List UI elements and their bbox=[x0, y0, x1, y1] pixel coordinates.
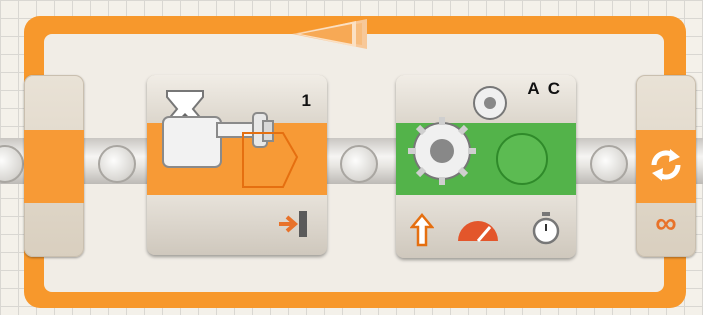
beam-plug[interactable] bbox=[590, 145, 628, 183]
move-block[interactable]: A C bbox=[396, 75, 576, 258]
loop-start-post[interactable] bbox=[24, 75, 84, 257]
loop-repeat-icon bbox=[646, 145, 686, 185]
touch-action-icon bbox=[277, 209, 311, 239]
gears-move-icon bbox=[402, 81, 512, 189]
loop-end-post[interactable]: ∞ bbox=[636, 75, 696, 257]
wait-touch-block[interactable]: 1 bbox=[147, 75, 327, 255]
pressed-bumped-icon bbox=[241, 131, 299, 193]
beam-plug[interactable] bbox=[340, 145, 378, 183]
arrow-up-icon bbox=[410, 213, 434, 247]
power-gauge-icon bbox=[454, 215, 502, 245]
loop-arrow-icon bbox=[296, 19, 356, 49]
beam-plug[interactable] bbox=[98, 145, 136, 183]
loop-count-label: ∞ bbox=[655, 207, 677, 240]
motor-state-circle bbox=[496, 133, 548, 185]
port-number: 1 bbox=[301, 91, 313, 110]
motor-ports: A C bbox=[527, 79, 562, 98]
stopwatch-icon bbox=[532, 211, 560, 245]
